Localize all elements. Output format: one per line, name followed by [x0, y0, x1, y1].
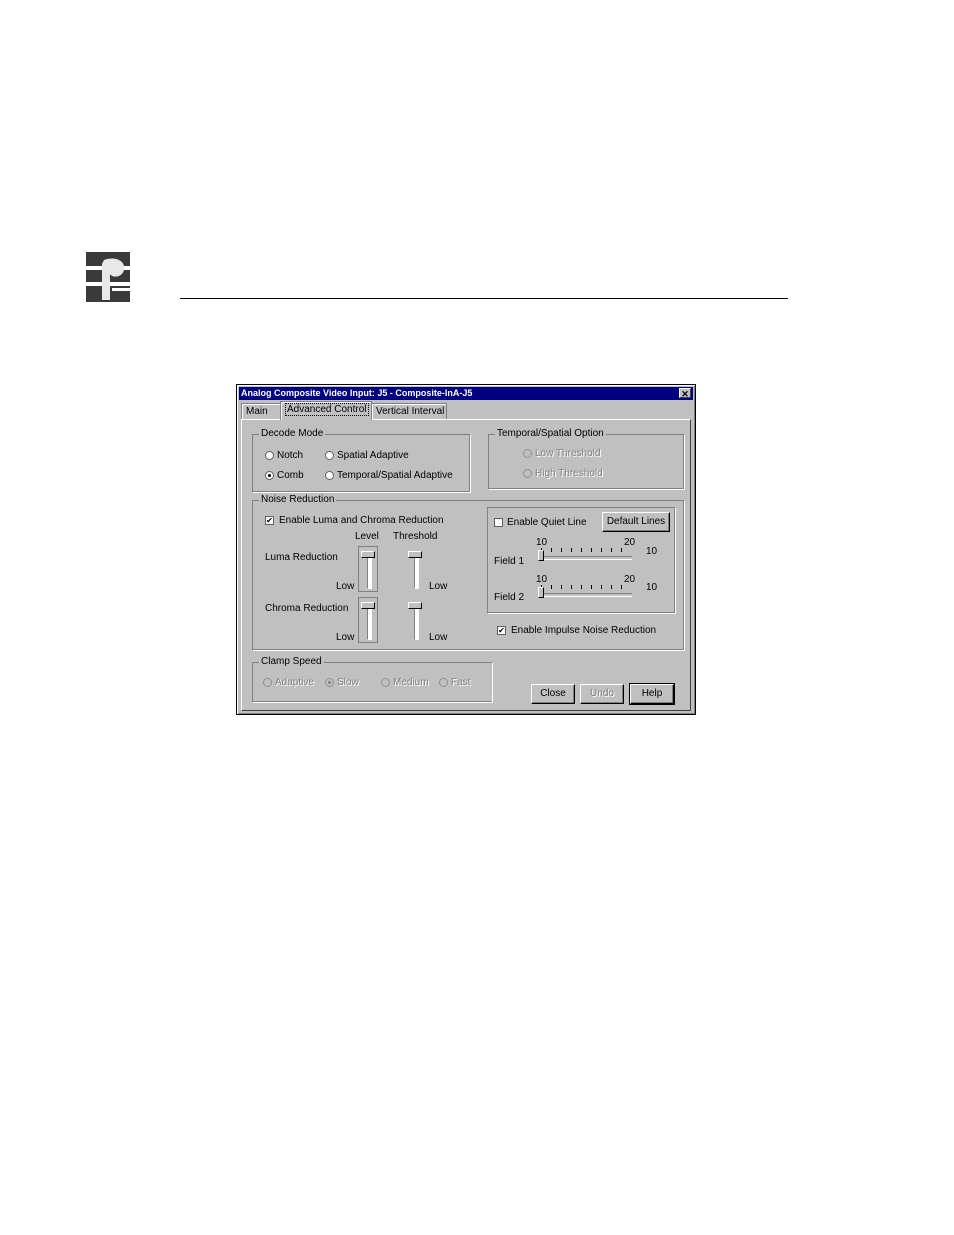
level-header: Level	[355, 531, 379, 542]
chroma-level-low-label: Low	[336, 632, 355, 643]
enable-luma-chroma-label: Enable Luma and Chroma Reduction	[279, 515, 444, 526]
field1-slider[interactable]	[538, 548, 634, 564]
chroma-threshold-low-label: Low	[429, 632, 448, 643]
field1-value: 10	[646, 546, 658, 557]
field2-label: Field 2	[494, 592, 525, 603]
quiet-line-group: Enable Quiet Line Default Lines 10 20 Fi…	[487, 507, 675, 613]
medium-label: Medium	[393, 677, 429, 688]
medium-radio[interactable]	[381, 678, 390, 687]
high-threshold-radio[interactable]	[523, 469, 532, 478]
luma-level-slider[interactable]	[358, 546, 378, 592]
field2-value: 10	[646, 582, 658, 593]
temporal-spatial-adaptive-radio[interactable]	[325, 471, 334, 480]
enable-impulse-noise-label: Enable Impulse Noise Reduction	[511, 625, 657, 636]
enable-impulse-noise-checkbox[interactable]: ✔	[497, 626, 506, 635]
enable-quiet-line-checkbox[interactable]	[494, 518, 503, 527]
spatial-adaptive-radio[interactable]	[325, 451, 334, 460]
adaptive-label: Adaptive	[275, 677, 314, 688]
fast-label: Fast	[451, 677, 471, 688]
high-threshold-label: High Threshold	[535, 468, 603, 479]
close-icon[interactable]: ✕	[679, 388, 691, 399]
tab-advanced-control[interactable]: Advanced Control	[280, 401, 372, 420]
noise-reduction-group: Noise Reduction ✔ Enable Luma and Chroma…	[252, 494, 684, 650]
slider-thumb[interactable]	[538, 587, 544, 598]
slider-thumb[interactable]	[538, 550, 544, 561]
temporal-spatial-option-title: Temporal/Spatial Option	[495, 428, 606, 440]
luma-threshold-slider[interactable]	[405, 546, 425, 592]
decode-mode-title: Decode Mode	[259, 428, 326, 440]
field1-label: Field 1	[494, 556, 525, 567]
temporal-spatial-option-group: Temporal/Spatial Option Low Threshold Hi…	[488, 428, 684, 489]
temporal-spatial-adaptive-label: Temporal/Spatial Adaptive	[337, 470, 453, 481]
slider-thumb[interactable]	[408, 551, 422, 558]
help-button[interactable]: Help	[629, 683, 675, 705]
tab-main-label: Main	[246, 406, 268, 417]
tab-vertical-interval[interactable]: Vertical Interval	[371, 403, 447, 419]
enable-quiet-line-label: Enable Quiet Line	[507, 517, 587, 528]
low-threshold-label: Low Threshold	[535, 448, 601, 459]
chroma-threshold-slider[interactable]	[405, 597, 425, 643]
company-logo	[86, 252, 130, 302]
decode-mode-group: Decode Mode Notch Spatial Adaptive Comb …	[252, 428, 470, 492]
luma-reduction-label: Luma Reduction	[265, 552, 338, 563]
enable-luma-chroma-checkbox[interactable]: ✔	[265, 516, 274, 525]
slow-radio[interactable]	[325, 678, 334, 687]
chroma-level-slider[interactable]	[358, 597, 378, 643]
comb-label: Comb	[277, 470, 304, 481]
luma-threshold-low-label: Low	[429, 581, 448, 592]
chroma-reduction-label: Chroma Reduction	[265, 603, 349, 614]
slow-label: Slow	[337, 677, 359, 688]
comb-radio[interactable]	[265, 471, 274, 480]
noise-reduction-title: Noise Reduction	[259, 494, 337, 506]
fast-radio[interactable]	[439, 678, 448, 687]
close-button[interactable]: Close	[531, 684, 575, 704]
tab-vertical-interval-label: Vertical Interval	[376, 406, 445, 417]
notch-label: Notch	[277, 450, 304, 461]
notch-radio[interactable]	[265, 451, 274, 460]
tab-advanced-control-label: Advanced Control	[285, 403, 369, 416]
spatial-adaptive-label: Spatial Adaptive	[337, 450, 409, 461]
header-rule	[180, 298, 788, 299]
slider-thumb[interactable]	[361, 551, 375, 558]
clamp-speed-title: Clamp Speed	[259, 656, 324, 668]
slider-thumb[interactable]	[361, 602, 375, 609]
adaptive-radio[interactable]	[263, 678, 272, 687]
low-threshold-radio[interactable]	[523, 449, 532, 458]
clamp-speed-group: Clamp Speed Adaptive Slow Medium Fast	[252, 656, 492, 702]
slider-thumb[interactable]	[408, 602, 422, 609]
threshold-header: Threshold	[393, 531, 438, 542]
analog-composite-dialog: Analog Composite Video Input: J5 - Compo…	[236, 384, 696, 715]
dialog-title: Analog Composite Video Input: J5 - Compo…	[241, 388, 473, 398]
dialog-titlebar: Analog Composite Video Input: J5 - Compo…	[239, 387, 693, 400]
advanced-control-panel: Decode Mode Notch Spatial Adaptive Comb …	[241, 419, 691, 711]
field2-slider[interactable]	[538, 585, 634, 601]
default-lines-button[interactable]: Default Lines	[602, 512, 670, 532]
tab-main[interactable]: Main	[241, 403, 281, 419]
undo-button[interactable]: Undo	[580, 684, 624, 704]
luma-level-low-label: Low	[336, 581, 355, 592]
